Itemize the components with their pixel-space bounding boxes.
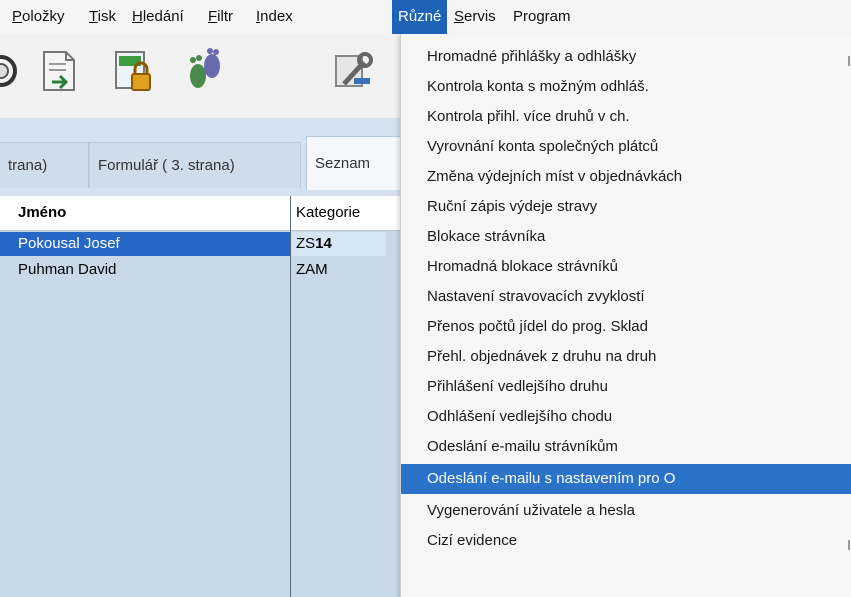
row-category-bold: 14: [315, 235, 332, 252]
submenu-edge-marker: [848, 540, 850, 550]
document-arrow-icon[interactable]: [36, 48, 82, 94]
menu-item-nastaveni-zvyklosti[interactable]: Nastavení stravovacích zvyklostí: [401, 282, 851, 312]
row-category-prefix: ZAM: [296, 261, 328, 278]
menu-bar: Položky Tisk Hledání Filtr Index Různé S…: [0, 0, 851, 35]
menu-item-odhlaseni-vedlejsiho[interactable]: Odhlášení vedlejšího chodu: [401, 402, 851, 432]
table-row[interactable]: Pokousal Josef ZS14: [0, 232, 400, 256]
row-category: ZAM: [292, 258, 386, 282]
menu-item-prihlaseni-vedlejsiho[interactable]: Přihlášení vedlejšího druhu: [401, 372, 851, 402]
ring-icon[interactable]: [0, 48, 24, 94]
menu-item-rucni-zapis[interactable]: Ruční zápis výdeje stravy: [401, 192, 851, 222]
menu-item-hromadne-prihlasky[interactable]: Hromadné přihlášky a odhlášky: [401, 42, 851, 72]
tab-formular-3[interactable]: Formulář ( 3. strana): [89, 142, 301, 188]
tools-icon[interactable]: [330, 48, 376, 94]
column-header-jmeno[interactable]: Jméno: [18, 196, 66, 230]
menu-tisk[interactable]: Tisk: [89, 0, 116, 34]
menu-item-hromadna-blokace[interactable]: Hromadná blokace strávníků: [401, 252, 851, 282]
ruzne-dropdown-menu: Hromadné přihlášky a odhlášky Kontrola k…: [400, 34, 851, 597]
menu-item-prenos-poctu[interactable]: Přenos počtů jídel do prog. Sklad: [401, 312, 851, 342]
tab-strip: trana) Formulář ( 3. strana) Seznam: [0, 118, 402, 196]
menu-program[interactable]: Program: [513, 0, 571, 34]
menu-polozky[interactable]: Položky: [12, 0, 65, 34]
menu-item-vyrovnani-konta[interactable]: Vyrovnání konta společných plátců: [401, 132, 851, 162]
menu-filtr[interactable]: Filtr: [208, 0, 233, 34]
row-name: Puhman David: [18, 261, 117, 278]
menu-item-kontrola-konta[interactable]: Kontrola konta s možným odhláš.: [401, 72, 851, 102]
lock-document-icon[interactable]: [110, 48, 156, 94]
toolbar: [0, 34, 400, 118]
tab-strana[interactable]: trana): [0, 142, 89, 188]
data-grid: Jméno Kategorie Pokousal Josef ZS14 Puhm…: [0, 196, 400, 597]
menu-hledani[interactable]: Hledání: [132, 0, 184, 34]
row-category-prefix: ZS: [296, 235, 316, 252]
tab-seznam[interactable]: Seznam: [306, 136, 402, 190]
row-category: ZS14: [292, 232, 386, 256]
column-separator: [290, 196, 291, 597]
menu-item-kontrola-prihl[interactable]: Kontrola přihl. více druhů v ch.: [401, 102, 851, 132]
menu-servis[interactable]: Servis: [454, 0, 496, 34]
menu-ruzne[interactable]: Různé: [392, 0, 448, 34]
grid-header: Jméno Kategorie: [0, 196, 400, 231]
menu-item-prehl-objednavek[interactable]: Přehl. objednávek z druhu na druh: [401, 342, 851, 372]
footprints-icon[interactable]: [182, 48, 228, 94]
menu-item-vygenerovani-uzivatele[interactable]: Vygenerování uživatele a hesla: [401, 496, 851, 526]
table-row[interactable]: Puhman David ZAM: [0, 258, 400, 282]
column-header-kategorie[interactable]: Kategorie: [296, 196, 360, 230]
menu-item-cizi-evidence[interactable]: Cizí evidence: [401, 526, 851, 556]
menu-item-blokace-stravnika[interactable]: Blokace strávníka: [401, 222, 851, 252]
menu-item-odeslani-emailu-nastaveni[interactable]: Odeslání e-mailu s nastavením pro O: [401, 464, 851, 494]
menu-item-odeslani-emailu[interactable]: Odeslání e-mailu strávníkům: [401, 432, 851, 462]
submenu-edge-marker: [848, 56, 850, 66]
row-name: Pokousal Josef: [0, 232, 290, 256]
menu-index[interactable]: Index: [256, 0, 293, 34]
menu-item-zmena-vydejnich-mist[interactable]: Změna výdejních míst v objednávkách: [401, 162, 851, 192]
